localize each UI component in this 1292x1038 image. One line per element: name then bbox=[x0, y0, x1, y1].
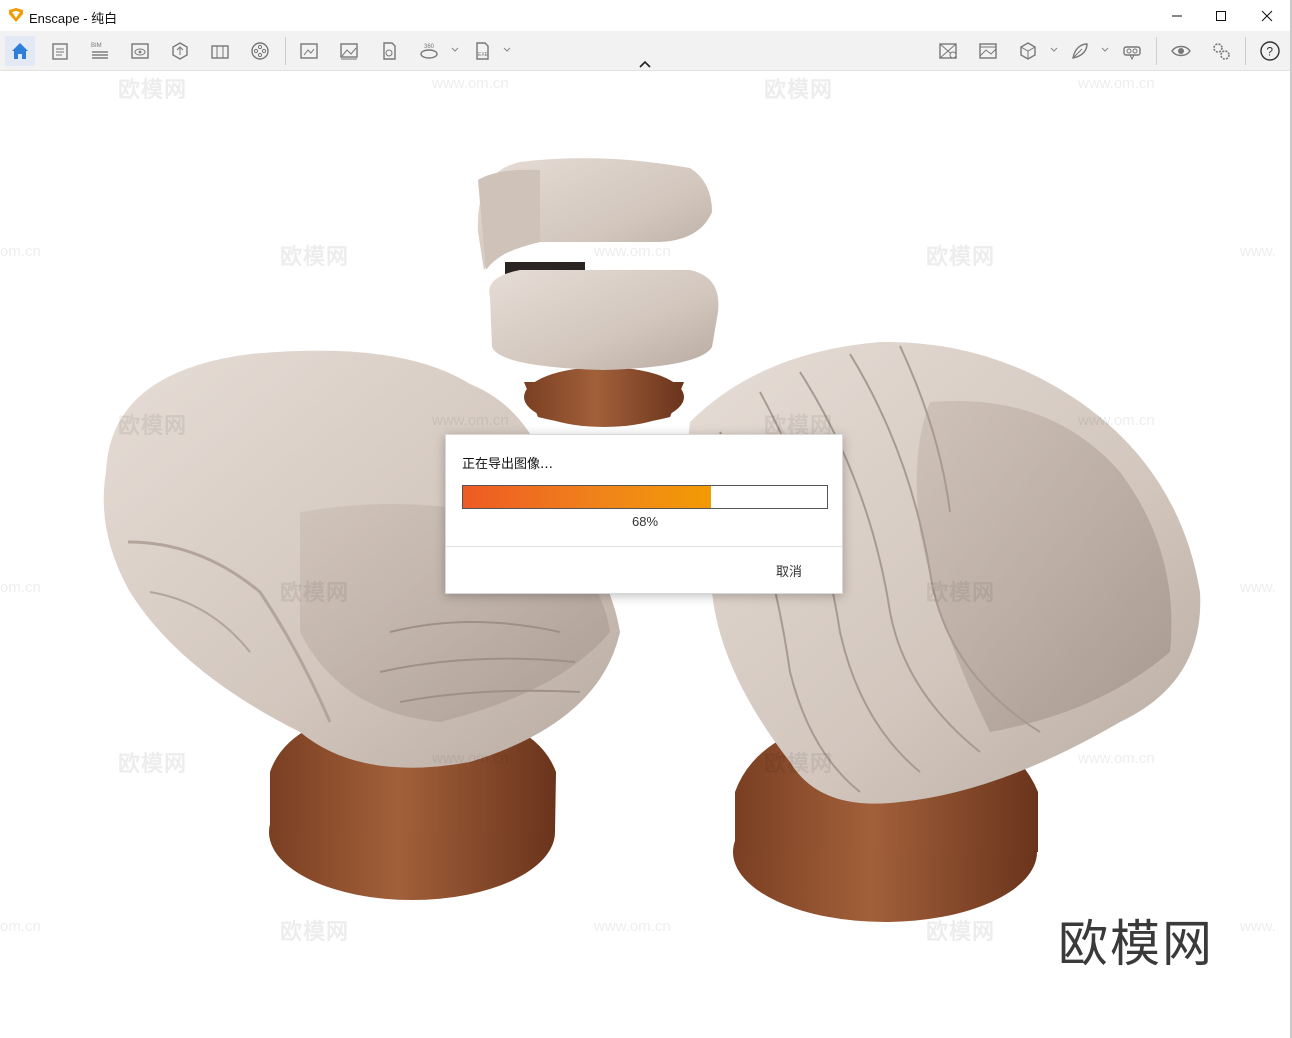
watermark-brand: 欧模网 bbox=[764, 77, 834, 102]
visibility-icon[interactable] bbox=[1166, 36, 1196, 66]
batch-render-icon[interactable] bbox=[334, 36, 364, 66]
exe-export-icon[interactable]: EXE bbox=[467, 36, 497, 66]
watermark-url: om.cn bbox=[0, 918, 41, 935]
asset-library-icon[interactable] bbox=[165, 36, 195, 66]
views-icon[interactable] bbox=[125, 36, 155, 66]
progress-percent: 68% bbox=[631, 514, 659, 529]
bim-icon[interactable]: BIM bbox=[85, 36, 115, 66]
dialog-title: 正在导出图像… bbox=[462, 457, 554, 472]
close-button[interactable] bbox=[1244, 0, 1290, 31]
help-icon[interactable]: ? bbox=[1255, 36, 1285, 66]
watermark-brand: 欧模网 bbox=[118, 413, 188, 438]
toolbar-separator bbox=[285, 37, 286, 65]
window-title: Enscape - 纯白 bbox=[29, 11, 118, 26]
watermark-url: www.om.cn bbox=[594, 918, 671, 935]
watermark-brand: 欧模网 bbox=[118, 751, 188, 776]
progress-fill bbox=[463, 486, 711, 508]
title-bar: Enscape - 纯白 bbox=[0, 0, 1292, 31]
watermark-url: www.om.cn bbox=[432, 750, 509, 767]
watermark-brand: 欧模网 bbox=[280, 580, 350, 605]
web-export-icon[interactable] bbox=[374, 36, 404, 66]
material-editor-icon[interactable] bbox=[205, 36, 235, 66]
watermark-brand: 欧模网 bbox=[764, 751, 834, 776]
map-icon[interactable] bbox=[933, 36, 963, 66]
watermark-url: www.om.cn bbox=[594, 243, 671, 260]
view-cube-icon[interactable] bbox=[1013, 36, 1043, 66]
svg-text:?: ? bbox=[1266, 45, 1273, 59]
chevron-down-icon[interactable] bbox=[1049, 45, 1059, 55]
cancel-button[interactable]: 取消 bbox=[776, 561, 802, 580]
dialog-divider bbox=[446, 546, 842, 547]
settings-icon[interactable] bbox=[1206, 36, 1236, 66]
watermark-url: www.om.cn bbox=[432, 412, 509, 429]
watermark-brand: 欧模网 bbox=[926, 919, 996, 944]
watermark-brand: 欧模网 bbox=[280, 919, 350, 944]
watermark-brand: 欧模网 bbox=[926, 244, 996, 269]
chevron-down-icon[interactable] bbox=[450, 45, 460, 55]
notes-icon[interactable] bbox=[45, 36, 75, 66]
watermark-url: om.cn bbox=[0, 243, 41, 260]
watermark-url: www.om.cn bbox=[1078, 75, 1155, 92]
screenshot-icon[interactable] bbox=[294, 36, 324, 66]
video-editor-icon[interactable] bbox=[245, 36, 275, 66]
watermark-brand: 欧模网 bbox=[926, 580, 996, 605]
chevron-down-icon[interactable] bbox=[502, 45, 512, 55]
watermark-brand: 欧模网 bbox=[118, 77, 188, 102]
home-icon[interactable] bbox=[5, 36, 35, 66]
image-settings-icon[interactable] bbox=[973, 36, 1003, 66]
collapse-toolbar-icon[interactable] bbox=[637, 58, 653, 70]
svg-text:EXE: EXE bbox=[478, 52, 489, 58]
enscape-logo-icon bbox=[9, 8, 23, 22]
watermark-url: om.cn bbox=[0, 579, 41, 596]
watermark-url: www.om.cn bbox=[1078, 412, 1155, 429]
maximize-button[interactable] bbox=[1198, 0, 1244, 31]
chevron-down-icon[interactable] bbox=[1100, 45, 1110, 55]
watermark-url: www. bbox=[1240, 918, 1276, 935]
watermark-url: www.om.cn bbox=[1078, 750, 1155, 767]
vr-headset-icon[interactable] bbox=[1117, 36, 1147, 66]
watermark-url: www. bbox=[1240, 579, 1276, 596]
minimize-button[interactable] bbox=[1154, 0, 1200, 31]
toolbar-separator bbox=[1245, 37, 1246, 65]
watermark-url: www. bbox=[1240, 243, 1276, 260]
toolbar-separator bbox=[1156, 37, 1157, 65]
watermark-brand: 欧模网 bbox=[280, 244, 350, 269]
panorama-360-icon[interactable]: 360 bbox=[414, 36, 444, 66]
vegetation-icon[interactable] bbox=[1065, 36, 1095, 66]
watermark-url: www.om.cn bbox=[432, 75, 509, 92]
svg-text:BIM: BIM bbox=[91, 43, 102, 49]
svg-text:360: 360 bbox=[424, 44, 435, 50]
brand-watermark-logo: 欧模网 bbox=[1058, 915, 1214, 973]
progress-bar bbox=[462, 485, 828, 509]
export-progress-dialog: 正在导出图像… 68% 取消 bbox=[445, 434, 843, 594]
